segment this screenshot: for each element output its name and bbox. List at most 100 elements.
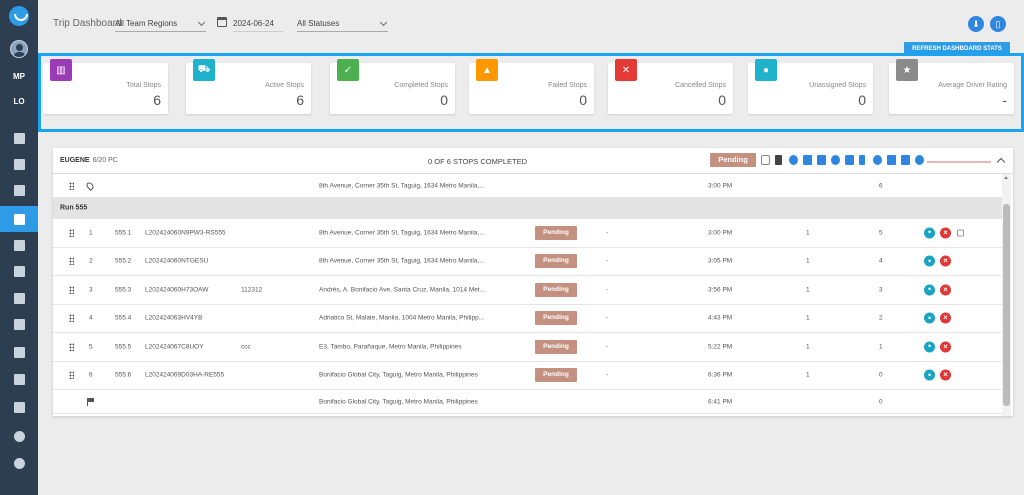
sidebar-item-documents[interactable] <box>0 177 38 203</box>
filter-icon[interactable] <box>901 155 910 165</box>
stop-address: 8th Avenue, Corner 35th St, Taguig, 1634… <box>319 229 485 237</box>
sidebar-item-settings[interactable] <box>0 450 38 476</box>
end-time: 6:41 PM <box>708 398 733 405</box>
sidebar-item-transfers[interactable] <box>0 285 38 311</box>
clock-icon[interactable] <box>915 155 924 165</box>
status-badge[interactable]: Pending <box>535 339 577 354</box>
stat-card: ★ Average Driver Rating - <box>889 59 1014 114</box>
status-badge[interactable]: Pending <box>535 225 577 240</box>
table-row: 1 555.1 L202424060N9PW3-RS555 8th Avenue, C… <box>53 219 1002 248</box>
lock-icon[interactable] <box>761 155 770 165</box>
sidebar-item-reports[interactable] <box>0 394 38 420</box>
app-logo[interactable] <box>9 6 29 26</box>
drag-handle-icon[interactable] <box>69 314 74 323</box>
order-id[interactable]: L202424060H73OAW <box>145 286 208 293</box>
clipboard-icon <box>13 401 25 413</box>
sidebar-item-billing[interactable] <box>0 423 38 449</box>
assign-driver-button[interactable]: ● <box>924 341 935 353</box>
drag-handle-icon[interactable] <box>69 342 74 351</box>
sort-icon[interactable] <box>775 155 782 165</box>
run-status-button[interactable]: Pending <box>710 153 756 167</box>
sidebar-item-map[interactable] <box>0 151 38 177</box>
status-select[interactable]: All Statuses <box>297 14 388 32</box>
driver-name-text: EUGENE <box>60 157 90 164</box>
clipboard-icon[interactable] <box>817 155 826 165</box>
cancel-stop-button[interactable]: ✕ <box>940 369 951 381</box>
cancel-stop-button[interactable]: ✕ <box>940 341 951 353</box>
order-id[interactable]: L202424069D03HA-RE555 <box>145 372 224 379</box>
stop-reference: ccc <box>241 343 251 351</box>
order-id[interactable]: L202424067C8UOY <box>145 343 204 350</box>
stop-eta-placeholder: - <box>606 343 609 351</box>
stop-eta-placeholder: - <box>606 371 609 379</box>
warning-icon: ▲ <box>476 59 498 81</box>
refresh-icon[interactable] <box>789 155 798 165</box>
sidebar-item-calendar[interactable] <box>0 339 38 365</box>
stop-quantity: 1 <box>806 286 810 294</box>
drag-handle-icon[interactable] <box>69 371 74 380</box>
status-badge[interactable]: Pending <box>535 254 577 269</box>
stop-time: 3:56 PM <box>708 286 733 294</box>
scroll-thumb[interactable] <box>1003 204 1010 406</box>
stop-quantity: 1 <box>806 229 810 237</box>
stat-label: Average Driver Rating <box>938 82 1007 89</box>
cancel-stop-button[interactable]: ✕ <box>940 312 951 324</box>
drag-handle-icon[interactable] <box>69 285 74 294</box>
assign-driver-button[interactable]: ● <box>924 369 935 381</box>
stop-time: 5:22 PM <box>708 343 733 351</box>
export-button[interactable]: ▯ <box>990 16 1006 32</box>
order-id[interactable]: L202424060N9PW3-RS555 <box>145 229 226 236</box>
document-icon[interactable] <box>803 155 812 165</box>
run-group-label: Run 555 <box>60 204 88 212</box>
sidebar-item-dashboard[interactable] <box>0 125 38 151</box>
swap-icon <box>13 292 25 304</box>
order-id[interactable]: L202424063HV4YB <box>145 315 202 322</box>
assign-driver-button[interactable]: ● <box>924 312 935 324</box>
status-badge[interactable]: Pending <box>535 282 577 297</box>
sidebar-item-archive[interactable] <box>0 311 38 337</box>
message-icon[interactable] <box>887 155 896 165</box>
status-badge[interactable]: Pending <box>535 311 577 326</box>
user-initials-lo[interactable]: LO <box>0 97 38 106</box>
run-panel-header: EUGENE 6/20 PC 0 OF 6 STOPS COMPLETED Pen… <box>53 148 1013 174</box>
status-badge[interactable]: Pending <box>535 368 577 383</box>
order-id[interactable]: L202424060NTGESU <box>145 258 208 265</box>
date-field[interactable]: 2024-06-24 <box>233 14 283 32</box>
region-select[interactable]: All Team Regions <box>115 14 206 32</box>
assign-driver-button[interactable]: ● <box>924 255 935 267</box>
archive-icon <box>13 318 25 330</box>
end-row: Bonifacio Global City, Taguig, Metro Man… <box>53 390 1002 414</box>
chevron-down-icon <box>197 18 206 27</box>
assign-driver-button[interactable]: ● <box>924 227 935 239</box>
sidebar-item-trips[interactable] <box>0 206 38 232</box>
calendar-icon[interactable] <box>217 17 227 27</box>
cancel-stop-button[interactable]: ✕ <box>940 255 951 267</box>
user-initials-mp[interactable]: MP <box>0 72 38 81</box>
stop-address: Bonifacio Global City, Taguig, Metro Man… <box>319 371 478 379</box>
table-row: 6 555.6 L202424069D03HA-RE555 Bonifacio Glo… <box>53 362 1002 390</box>
document-icon <box>13 184 25 196</box>
stat-label: Unassigned Stops <box>809 82 866 89</box>
cancel-stop-button[interactable]: ✕ <box>940 227 951 239</box>
chevron-up-icon[interactable] <box>996 157 1006 167</box>
map-icon <box>13 158 25 170</box>
stops-scrollbar[interactable] <box>1002 174 1011 416</box>
person-icon[interactable] <box>873 155 882 165</box>
drag-handle-icon[interactable] <box>69 228 74 237</box>
add-stop-icon[interactable] <box>831 155 840 165</box>
stop-number: 3 <box>89 286 93 294</box>
scroll-up-arrow-icon[interactable] <box>1004 176 1008 179</box>
drag-handle-icon[interactable] <box>69 257 74 266</box>
sidebar-item-vehicles[interactable] <box>0 258 38 284</box>
sidebar-item-delivery[interactable] <box>0 366 38 392</box>
bus-icon <box>13 213 25 225</box>
sidebar-item-locations[interactable] <box>0 232 38 258</box>
edit-icon[interactable] <box>859 155 865 165</box>
cancel-stop-button[interactable]: ✕ <box>940 284 951 296</box>
user-avatar[interactable] <box>10 40 28 58</box>
assign-driver-button[interactable]: ● <box>924 284 935 296</box>
lock-icon[interactable] <box>957 229 964 237</box>
download-button[interactable]: ⬇ <box>968 16 984 32</box>
drag-handle-icon[interactable] <box>69 181 74 190</box>
map-icon[interactable] <box>845 155 854 165</box>
